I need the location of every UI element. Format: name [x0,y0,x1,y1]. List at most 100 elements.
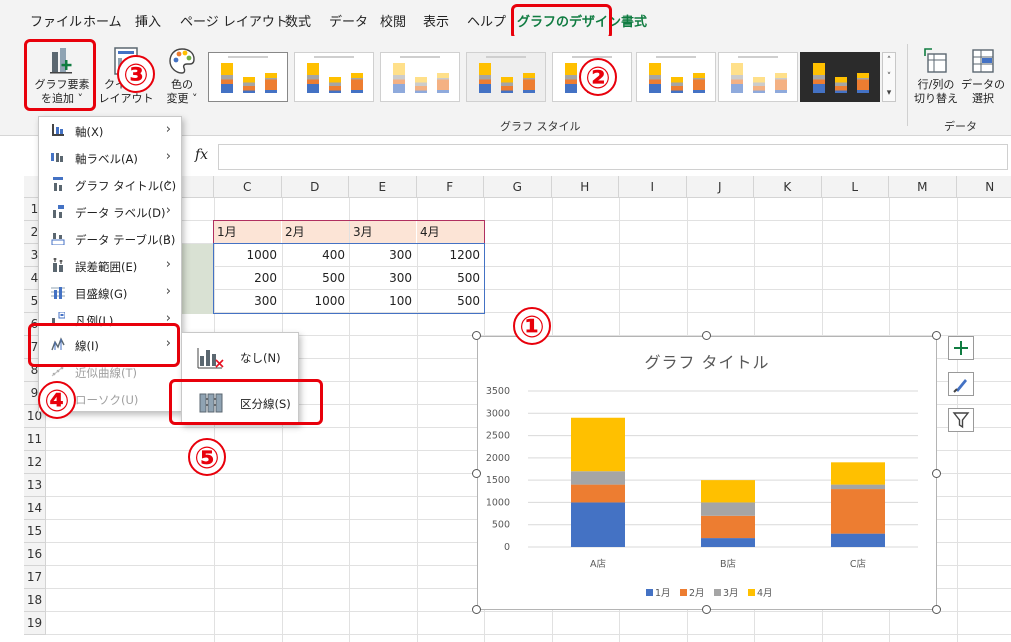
column-header-M[interactable]: M [889,176,957,198]
bar-segment-2月 [831,489,885,534]
formula-input[interactable] [218,144,1008,170]
resize-handle[interactable] [472,469,481,478]
menu-item-data-label[interactable]: データ ラベル(D) › [39,199,181,225]
gallery-scroll[interactable]: ˄ ˅ ▾ [882,52,896,102]
chevron-up-icon[interactable]: ˄ [883,53,895,69]
resize-handle[interactable] [702,331,711,340]
resize-handle[interactable] [702,605,711,614]
chart-style-3[interactable] [380,52,460,102]
menu-item-error-bars[interactable]: 誤差範囲(E) › [39,253,181,279]
row-header-19[interactable]: 19 [24,612,46,635]
row-header-14[interactable]: 14 [24,497,46,520]
row-header-17[interactable]: 17 [24,566,46,589]
chart-plot: 0 500 1000 1500 2000 2500 3000 3500 A店 B店 C店 1月 2月 3月… [486,386,918,599]
column-header-K[interactable]: K [754,176,822,198]
column-header-L[interactable]: L [821,176,889,198]
chart-area[interactable]: グラフ タイトル 0 500 1000 1500 2000 2500 3000 3500 A店 B… [477,336,937,610]
gallery-expand-icon[interactable]: ▾ [883,85,895,101]
callout-2: ② [579,58,617,96]
x-tick-label: A店 [590,558,606,570]
column-header-N[interactable]: N [956,176,1011,198]
row-header-13[interactable]: 13 [24,474,46,497]
menu-item-data-table[interactable]: データ テーブル(B) › [39,226,181,252]
resize-handle[interactable] [472,331,481,340]
submenu-label-none: なし(N) [240,351,281,365]
column-header-G[interactable]: G [484,176,552,198]
submenu-item-none[interactable]: なし(N) [182,337,298,377]
chart-filters-button[interactable] [948,408,974,432]
legend-label: 2月 [689,588,705,599]
bar-segment-3月 [571,471,625,485]
data-group-label: データ [944,120,977,133]
callout-box-chart-design-tab [511,4,612,40]
menu-item-axis-label[interactable]: 軸ラベル(A) › [39,145,181,171]
chart-styles-button[interactable] [948,372,974,396]
y-tick-label: 500 [492,520,510,531]
callout-4: ④ [38,381,76,419]
palette-icon [169,48,195,74]
column-header-H[interactable]: H [551,176,619,198]
chart-style-4[interactable] [466,52,546,102]
range-highlight-values [213,243,485,314]
row-header-12[interactable]: 12 [24,451,46,474]
add-chart-element-menu: 軸(X) › 軸ラベル(A) › グラフ タイトル(C) › データ ラベル(D) › データ … [38,116,182,412]
ribbon-separator [907,44,908,126]
switch-row-column-button[interactable]: 行/列の 切り替え [914,46,958,106]
change-colors-label-1: 色の [171,78,193,91]
row-header-18[interactable]: 18 [24,589,46,612]
tab-home[interactable]: ホーム [83,11,122,30]
callout-5: ⑤ [188,438,226,476]
tab-format[interactable]: 書式 [621,11,647,30]
legend-swatch [714,589,721,596]
y-tick-label: 1000 [486,497,510,508]
resize-handle[interactable] [932,331,941,340]
data-table-icon [51,233,65,245]
chevron-right-icon: › [165,203,171,218]
axis-icon [52,124,64,136]
column-header-F[interactable]: F [416,176,484,198]
chart-style-6[interactable] [636,52,716,102]
chevron-down-icon[interactable]: ˅ [883,69,895,85]
tab-help[interactable]: ヘルプ [467,11,506,30]
legend-label: 3月 [723,588,739,599]
chevron-right-icon: › [165,284,171,299]
chart-style-1[interactable] [208,52,288,102]
column-header-C[interactable]: C [214,176,282,198]
column-header-I[interactable]: I [619,176,687,198]
tab-insert[interactable]: 挿入 [135,11,161,30]
y-tick-label: 3000 [486,408,510,419]
chart-style-7[interactable] [718,52,798,102]
menu-item-axis[interactable]: 軸(X) › [39,118,181,144]
change-colors-button[interactable]: 色の 変更 ˅ [160,46,204,106]
grid-hline [46,220,1011,221]
chart-style-2[interactable] [294,52,374,102]
menu-item-label: データ ラベル(D) [75,206,166,220]
row-header-16[interactable]: 16 [24,543,46,566]
column-header-J[interactable]: J [686,176,754,198]
menu-item-label: 誤差範囲(E) [75,260,138,274]
row-header-11[interactable]: 11 [24,428,46,451]
menu-item-label: ローソク(U) [75,393,139,407]
row-header-15[interactable]: 15 [24,520,46,543]
column-header-D[interactable]: D [281,176,349,198]
menu-item-chart-title[interactable]: グラフ タイトル(C) › [39,172,181,198]
menu-item-gridlines[interactable]: 目盛線(G) › [39,280,181,306]
tab-file[interactable]: ファイル [30,11,82,30]
tab-review[interactable]: 校閲 [380,11,406,30]
quick-layout-label-2: レイアウト [98,92,154,105]
tab-data[interactable]: データ [329,11,368,30]
tab-page-layout[interactable]: ページ レイアウト [180,11,288,30]
tab-formulas[interactable]: 数式 [285,11,311,30]
x-tick-label: B店 [720,558,736,570]
tab-view[interactable]: 表示 [423,11,449,30]
resize-handle[interactable] [932,605,941,614]
chart-elements-button[interactable] [948,336,974,360]
select-data-button[interactable]: データの 選択 [960,46,1006,106]
menu-item-label: 軸ラベル(A) [75,152,138,166]
resize-handle[interactable] [932,469,941,478]
x-tick-label: C店 [850,558,866,570]
column-header-E[interactable]: E [349,176,417,198]
resize-handle[interactable] [472,605,481,614]
function-icon[interactable]: fx [195,147,208,163]
chart-style-8[interactable] [800,52,880,102]
